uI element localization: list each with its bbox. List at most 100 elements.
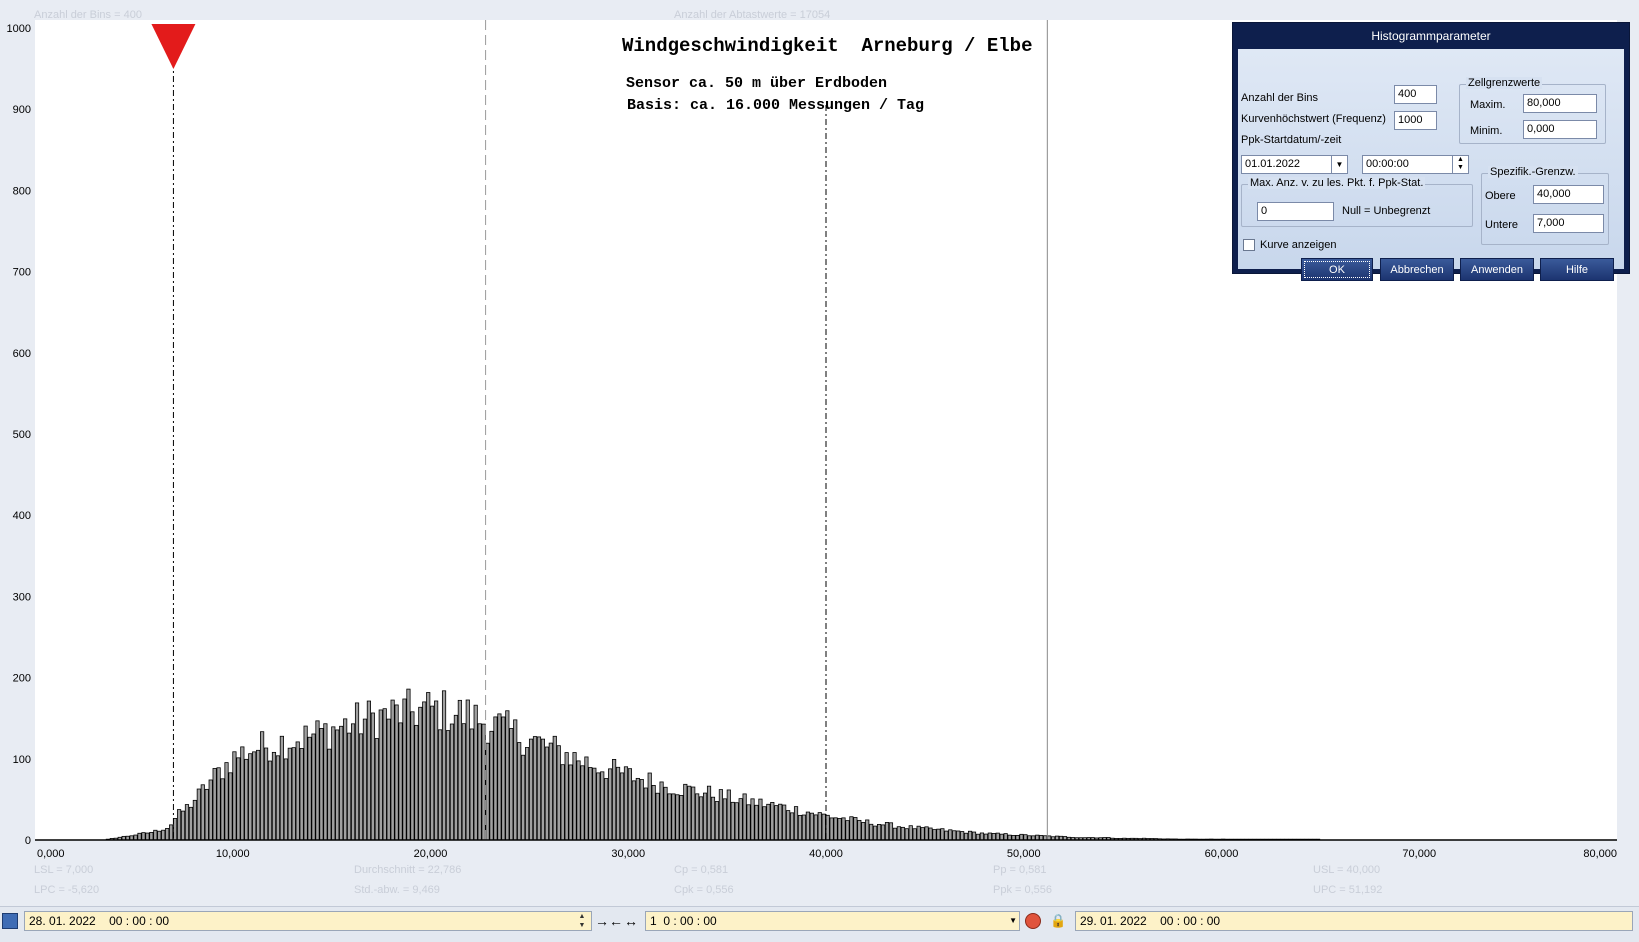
- end-datetime-field[interactable]: 29. 01. 2022 00 : 00 : 00: [1075, 911, 1633, 931]
- histogram-bar: [790, 812, 795, 841]
- x-tick-label: 70,000: [1402, 848, 1436, 860]
- upper-limit-label: Obere: [1485, 190, 1516, 202]
- histogram-bar: [528, 738, 534, 841]
- chart-subtitle-basis: Basis: ca. 16.000 Messungen / Tag: [627, 97, 924, 114]
- apply-button[interactable]: Anwenden: [1460, 258, 1534, 281]
- x-tick-label: 50,000: [1007, 848, 1041, 860]
- calendar-icon[interactable]: [2, 913, 18, 929]
- histogram-bar: [691, 786, 696, 841]
- histogram-bar: [841, 817, 846, 841]
- lock-icon[interactable]: 🔒: [1050, 913, 1066, 929]
- histogram-bar: [964, 832, 969, 841]
- histogram-bar: [884, 822, 890, 841]
- histogram-bar: [564, 752, 569, 841]
- histogram-bar: [315, 720, 320, 841]
- histogram-bar: [267, 760, 273, 841]
- histogram-bar: [394, 704, 399, 841]
- histogram-bar: [999, 833, 1004, 841]
- histogram-bar: [410, 711, 415, 841]
- histogram-bar: [786, 810, 791, 841]
- lower-limit-input[interactable]: 7,000: [1533, 214, 1604, 233]
- histogram-bar: [631, 780, 636, 841]
- bins-input[interactable]: 400: [1394, 85, 1437, 104]
- histogram-bar: [212, 768, 217, 841]
- start-datetime-field[interactable]: 28. 01. 2022 00 : 00 : 00: [24, 911, 592, 931]
- curve-checkbox[interactable]: [1243, 239, 1255, 251]
- maxim-input[interactable]: 80,000: [1523, 94, 1597, 113]
- histogram-bar: [671, 793, 676, 841]
- histogram-bar: [580, 765, 585, 841]
- y-tick-label: 100: [13, 754, 31, 766]
- ppk-start-time-spinner[interactable]: 00:00:00 ▲ ▼: [1362, 155, 1469, 174]
- shrink-range-icon[interactable]: →←: [595, 911, 623, 931]
- histogram-bar: [967, 830, 973, 841]
- histogram-parameters-dialog: Histogrammparameter Anzahl der Bins 400 …: [1232, 22, 1630, 281]
- histogram-bar: [137, 832, 142, 841]
- ok-button[interactable]: OK: [1301, 258, 1373, 281]
- histogram-bar: [635, 777, 640, 841]
- max-frequency-input[interactable]: 1000: [1394, 111, 1437, 130]
- duration-select[interactable]: 1 0 : 00 : 00 ▼: [645, 911, 1020, 931]
- histogram-bar: [422, 701, 427, 841]
- histogram-bar: [149, 832, 154, 841]
- histogram-bar: [248, 753, 253, 841]
- histogram-bar: [362, 718, 368, 841]
- histogram-bar: [303, 725, 308, 841]
- histogram-bar: [916, 825, 921, 841]
- clock-icon[interactable]: [1025, 913, 1041, 929]
- histogram-bar: [335, 729, 340, 841]
- histogram-bar: [742, 793, 747, 841]
- histogram-bar: [778, 803, 783, 841]
- histogram-bar: [501, 716, 506, 841]
- histogram-bar: [556, 745, 561, 841]
- histogram-bar: [738, 798, 743, 841]
- histogram-bar: [319, 728, 324, 841]
- histogram-bar: [572, 752, 577, 841]
- histogram-bar: [521, 754, 526, 841]
- histogram-bar: [600, 771, 605, 841]
- histogram-bar: [453, 714, 458, 841]
- histogram-bar: [339, 725, 344, 841]
- start-spin-icon[interactable]: ▲ ▼: [574, 912, 590, 930]
- histogram-bar: [805, 811, 810, 841]
- histogram-bar: [754, 804, 759, 841]
- max-points-input[interactable]: 0: [1257, 202, 1334, 221]
- histogram-bar: [568, 764, 573, 841]
- histogram-bar: [157, 830, 162, 841]
- lower-limit-label: Untere: [1485, 219, 1519, 231]
- chevron-down-icon[interactable]: ▼: [1009, 912, 1017, 930]
- histogram-bar: [643, 787, 648, 841]
- histogram-bar: [979, 832, 984, 841]
- spin-arrows-icon[interactable]: ▲ ▼: [1452, 156, 1468, 173]
- histogram-bar: [952, 830, 957, 841]
- bins-label: Anzahl der Bins: [1241, 92, 1319, 104]
- ppk-start-date-select[interactable]: 01.01.2022 ▼: [1241, 155, 1348, 174]
- histogram-bar: [813, 814, 818, 841]
- histogram-bar: [279, 735, 284, 841]
- histogram-bar: [623, 766, 629, 841]
- minim-input[interactable]: 0,000: [1523, 120, 1597, 139]
- histogram-bar: [857, 819, 862, 841]
- upper-limit-input[interactable]: 40,000: [1533, 185, 1604, 204]
- chevron-down-icon[interactable]: ▼: [1331, 156, 1347, 173]
- histogram-bar: [358, 733, 364, 841]
- histogram-bar: [244, 758, 249, 841]
- histogram-bar: [782, 804, 787, 841]
- histogram-bar: [837, 818, 842, 841]
- cancel-button[interactable]: Abbrechen: [1380, 258, 1454, 281]
- expand-range-icon[interactable]: ↔: [620, 911, 642, 931]
- histogram-bar: [374, 738, 379, 841]
- histogram-bar: [173, 818, 178, 841]
- x-tick-label: 60,000: [1205, 848, 1239, 860]
- histogram-bar: [825, 814, 830, 841]
- help-button[interactable]: Hilfe: [1540, 258, 1614, 281]
- histogram-bar: [774, 805, 779, 841]
- histogram-bar: [271, 751, 277, 841]
- histogram-bar: [655, 792, 660, 841]
- histogram-bar: [169, 824, 174, 841]
- histogram-bar: [236, 757, 241, 841]
- histogram-bar: [525, 747, 530, 841]
- histogram-bar: [552, 735, 557, 841]
- histogram-bar: [604, 778, 609, 841]
- ppk-start-time-value: 00:00:00: [1366, 158, 1409, 170]
